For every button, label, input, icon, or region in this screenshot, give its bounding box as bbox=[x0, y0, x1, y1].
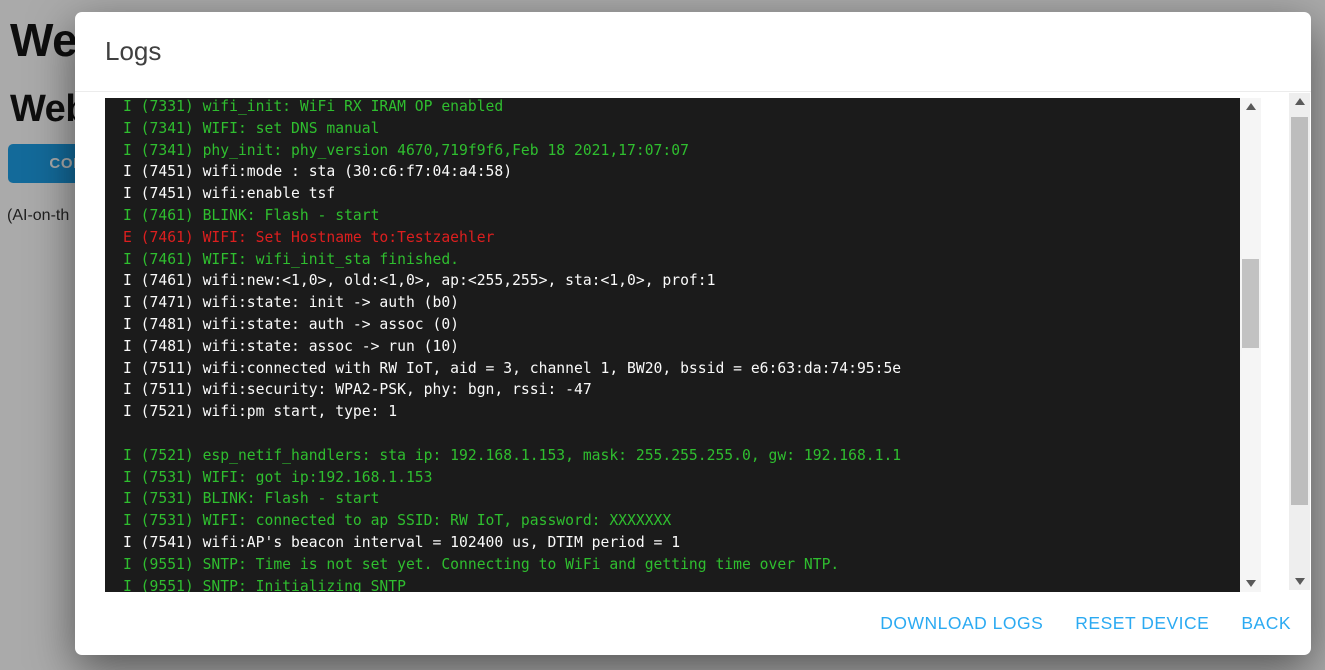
scroll-up-icon[interactable] bbox=[1240, 98, 1261, 115]
dialog-title: Logs bbox=[105, 36, 161, 67]
dialog-scrollbar[interactable] bbox=[1289, 93, 1310, 590]
dialog-header: Logs bbox=[75, 12, 1311, 92]
log-line: I (7521) esp_netif_handlers: sta ip: 192… bbox=[123, 445, 1239, 467]
log-line bbox=[123, 423, 1239, 445]
log-line: I (7461) WIFI: wifi_init_sta finished. bbox=[123, 249, 1239, 271]
log-line: I (7331) wifi_init: WiFi RX IRAM OP enab… bbox=[123, 98, 1239, 118]
log-line: I (7451) wifi:enable tsf bbox=[123, 183, 1239, 205]
screen: We Web CON (AI-on-th Logs I (7331) wifi_… bbox=[0, 0, 1325, 670]
back-button[interactable]: BACK bbox=[1241, 613, 1291, 634]
log-line: I (7341) phy_init: phy_version 4670,719f… bbox=[123, 140, 1239, 162]
log-line: I (7481) wifi:state: assoc -> run (10) bbox=[123, 336, 1239, 358]
log-line: I (7541) wifi:AP's beacon interval = 102… bbox=[123, 532, 1239, 554]
dialog-footer: DOWNLOAD LOGS RESET DEVICE BACK bbox=[75, 592, 1311, 655]
dialog-body: I (7331) wifi_init: WiFi RX IRAM OP enab… bbox=[75, 92, 1311, 592]
log-lines: I (7331) wifi_init: WiFi RX IRAM OP enab… bbox=[123, 98, 1239, 592]
log-line: I (7471) wifi:state: init -> auth (b0) bbox=[123, 292, 1239, 314]
log-line: I (7531) WIFI: connected to ap SSID: RW … bbox=[123, 510, 1239, 532]
log-line: I (9551) SNTP: Initializing SNTP bbox=[123, 576, 1239, 592]
log-line: I (7521) wifi:pm start, type: 1 bbox=[123, 401, 1239, 423]
scroll-down-icon[interactable] bbox=[1240, 575, 1261, 592]
scroll-up-icon[interactable] bbox=[1289, 93, 1310, 110]
log-line: I (7481) wifi:state: auth -> assoc (0) bbox=[123, 314, 1239, 336]
log-line: I (7531) BLINK: Flash - start bbox=[123, 488, 1239, 510]
log-line: E (7461) WIFI: Set Hostname to:Testzaehl… bbox=[123, 227, 1239, 249]
log-line: I (7451) wifi:mode : sta (30:c6:f7:04:a4… bbox=[123, 161, 1239, 183]
log-line: I (7341) WIFI: set DNS manual bbox=[123, 118, 1239, 140]
reset-device-button[interactable]: RESET DEVICE bbox=[1075, 613, 1209, 634]
log-line: I (7511) wifi:connected with RW IoT, aid… bbox=[123, 358, 1239, 380]
log-line: I (7531) WIFI: got ip:192.168.1.153 bbox=[123, 467, 1239, 489]
dialog-scrollbar-thumb[interactable] bbox=[1291, 117, 1308, 505]
log-scrollbar[interactable] bbox=[1240, 98, 1261, 592]
download-logs-button[interactable]: DOWNLOAD LOGS bbox=[880, 613, 1043, 634]
log-output[interactable]: I (7331) wifi_init: WiFi RX IRAM OP enab… bbox=[105, 98, 1261, 592]
scroll-down-icon[interactable] bbox=[1289, 573, 1310, 590]
log-line: I (9551) SNTP: Time is not set yet. Conn… bbox=[123, 554, 1239, 576]
log-line: I (7461) wifi:new:<1,0>, old:<1,0>, ap:<… bbox=[123, 270, 1239, 292]
log-scrollbar-thumb[interactable] bbox=[1242, 259, 1259, 348]
log-line: I (7511) wifi:security: WPA2-PSK, phy: b… bbox=[123, 379, 1239, 401]
logs-dialog: Logs I (7331) wifi_init: WiFi RX IRAM OP… bbox=[75, 12, 1311, 655]
log-line: I (7461) BLINK: Flash - start bbox=[123, 205, 1239, 227]
